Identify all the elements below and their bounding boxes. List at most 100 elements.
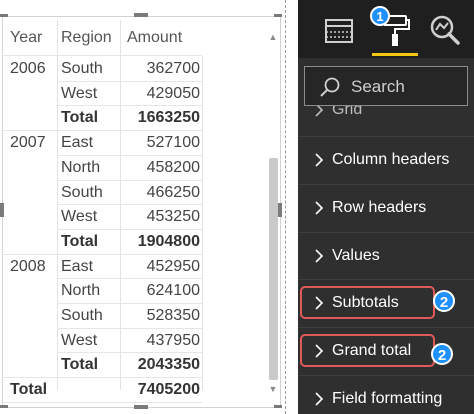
grid-line-horizontal — [57, 105, 202, 107]
header-amount[interactable]: Amount — [124, 20, 200, 56]
row-amount-cell: 429050 — [146, 84, 200, 102]
chevron-right-icon — [315, 201, 324, 215]
row-amount-cell: 624100 — [146, 282, 200, 300]
matrix-data-row[interactable]: West 437950 — [2, 328, 266, 353]
row-region-cell — [61, 377, 121, 402]
row-year-cell: Total — [10, 381, 48, 399]
row-year-cell — [10, 328, 58, 353]
grid-line-vertical — [202, 56, 203, 390]
row-amount-cell: 2043350 — [137, 356, 200, 374]
matrix-data-row[interactable]: 2007 East 527100 — [2, 130, 266, 155]
grid-line-horizontal — [2, 130, 202, 132]
matrix-data-row[interactable]: South 466250 — [2, 180, 266, 205]
format-card-label: Column headers — [332, 151, 450, 168]
grid-line-horizontal — [57, 327, 202, 329]
row-amount-cell: 453250 — [146, 208, 200, 226]
scroll-up-arrow-icon[interactable]: ▲ — [268, 32, 278, 42]
resize-handle-top[interactable] — [134, 13, 148, 17]
row-year-cell — [10, 180, 58, 205]
row-amount-cell: 1663250 — [137, 109, 200, 127]
analytics-magnifier-icon[interactable] — [428, 12, 462, 48]
row-region-cell: North — [61, 282, 101, 300]
card-separator — [298, 232, 474, 233]
chevron-right-icon — [315, 392, 324, 406]
format-card-row-headers[interactable]: Row headers — [298, 184, 474, 232]
matrix-data-row[interactable]: 2008 East 452950 — [2, 254, 266, 279]
fields-icon[interactable] — [322, 12, 356, 48]
active-tool-indicator — [372, 53, 418, 56]
search-box[interactable]: Search — [304, 66, 468, 106]
format-card-column-headers[interactable]: Column headers — [298, 136, 474, 184]
grid-line-horizontal — [2, 401, 202, 403]
chevron-right-icon — [315, 249, 324, 263]
header-region[interactable]: Region — [61, 20, 121, 56]
row-region-cell: West — [61, 331, 98, 349]
matrix-data-row[interactable]: 2006 South 362700 — [2, 56, 266, 81]
scroll-down-arrow-icon[interactable]: ▼ — [268, 384, 278, 394]
grid-line-horizontal — [57, 352, 202, 354]
row-year-cell — [10, 278, 58, 303]
matrix-total-row[interactable]: Total 1904800 — [2, 229, 266, 254]
vertical-scrollbar[interactable]: ▲ ▼ — [266, 18, 280, 406]
row-region-cell: West — [61, 84, 98, 102]
grid-line-horizontal — [57, 154, 202, 156]
resize-handle-top-right[interactable] — [274, 14, 282, 17]
matrix-header-row: Year Region Amount — [2, 20, 266, 56]
row-region-cell: East — [61, 257, 94, 275]
matrix-data-row[interactable]: North 624100 — [2, 278, 266, 303]
resize-handle-top-left[interactable] — [0, 14, 8, 17]
row-region-cell: South — [61, 307, 103, 324]
row-amount-cell: 527100 — [146, 134, 200, 152]
grid-line-horizontal — [57, 204, 202, 206]
chevron-right-icon — [315, 153, 324, 167]
callout-badge-subtotals: 2 — [433, 290, 455, 312]
row-amount-cell: 466250 — [146, 183, 200, 201]
row-region-cell: Total — [61, 356, 99, 374]
row-region-cell: East — [61, 134, 94, 152]
row-region-cell: South — [61, 60, 103, 77]
matrix-total-row[interactable]: Total 7405200 — [2, 377, 266, 402]
row-year-cell: 2008 — [10, 257, 46, 275]
matrix-total-row[interactable]: Total 2043350 — [2, 352, 266, 377]
search-input[interactable]: Search — [351, 67, 405, 107]
format-card-label: Row headers — [332, 199, 427, 216]
grid-line-horizontal — [57, 303, 202, 304]
row-amount-cell: 528350 — [146, 307, 200, 324]
format-card-label: Field formatting — [332, 390, 443, 407]
row-year-cell — [10, 303, 58, 328]
row-year-cell: 2007 — [10, 134, 46, 152]
matrix-data-row[interactable]: West 453250 — [2, 204, 266, 229]
search-icon — [319, 76, 341, 98]
row-amount-cell: 458200 — [146, 158, 200, 176]
grid-line-horizontal — [2, 253, 202, 255]
row-amount-cell: 362700 — [146, 60, 200, 77]
grid-line-horizontal — [2, 55, 202, 56]
grid-line-horizontal — [57, 228, 202, 230]
format-card-label: Values — [332, 247, 380, 264]
matrix-data-row[interactable]: West 429050 — [2, 81, 266, 106]
row-region-cell: North — [61, 158, 101, 176]
callout-badge-1: 1 — [370, 6, 390, 26]
row-year-cell — [10, 229, 58, 254]
matrix-visual[interactable]: Year Region Amount 2006 South 362700 West 42… — [0, 0, 286, 414]
format-card-field-formatting[interactable]: Field formatting — [298, 375, 474, 414]
grid-line-horizontal — [57, 179, 202, 181]
row-amount-cell: 1904800 — [137, 232, 200, 250]
format-card-values[interactable]: Values — [298, 232, 474, 280]
header-year[interactable]: Year — [10, 20, 58, 56]
matrix-total-row[interactable]: Total 1663250 — [2, 105, 266, 130]
grid-line-horizontal — [57, 80, 202, 82]
highlight-box-grand-total — [300, 334, 435, 367]
highlight-box-subtotals — [300, 286, 435, 319]
grid-line-horizontal — [57, 278, 202, 280]
scroll-thumb[interactable] — [269, 158, 278, 380]
row-year-cell — [10, 204, 58, 229]
matrix-data-row[interactable]: North 458200 — [2, 155, 266, 180]
row-region-cell: West — [61, 208, 98, 226]
matrix-table: Year Region Amount 2006 South 362700 West 42… — [2, 20, 266, 406]
row-amount-cell: 452950 — [146, 257, 200, 275]
row-region-cell: Total — [61, 109, 99, 127]
matrix-data-row[interactable]: South 528350 — [2, 303, 266, 328]
row-year-cell — [10, 155, 58, 180]
format-card-label: Grid — [332, 106, 363, 118]
